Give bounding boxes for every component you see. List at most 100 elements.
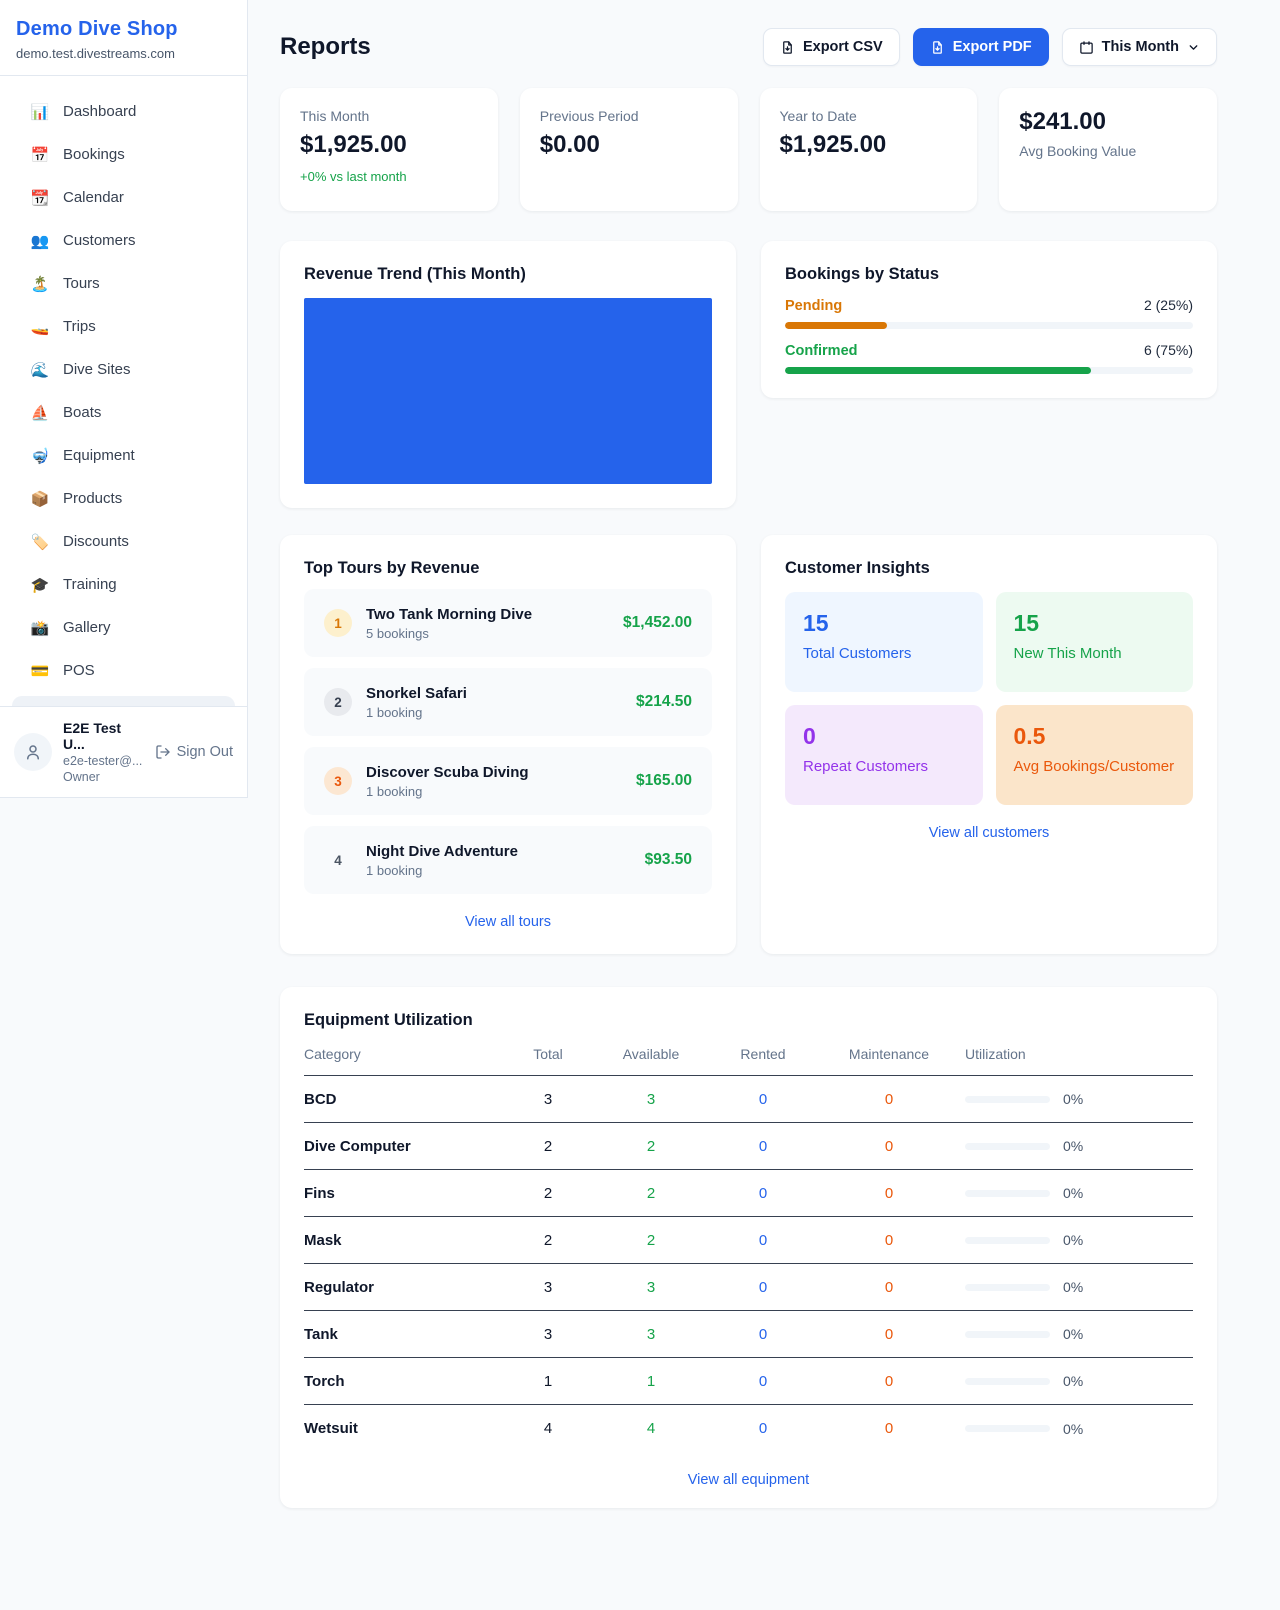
status-label: Pending	[785, 298, 842, 314]
insight-value: 0.5	[1014, 723, 1176, 750]
credit-card-icon: 💳	[30, 662, 50, 680]
sidebar-item-tours[interactable]: 🏝️ Tours	[12, 262, 235, 305]
sidebar-item-trips[interactable]: 🚤 Trips	[12, 305, 235, 348]
top-tours-card: Top Tours by Revenue 1 Two Tank Morning …	[280, 535, 736, 954]
export-csv-button[interactable]: Export CSV	[763, 28, 900, 66]
calendar-icon	[1079, 40, 1094, 55]
sidebar-item-customers[interactable]: 👥 Customers	[12, 219, 235, 262]
cell-available: 1	[591, 1373, 711, 1390]
cell-available: 2	[591, 1232, 711, 1249]
tour-name: Discover Scuba Diving	[366, 764, 622, 781]
stat-value: $1,925.00	[780, 131, 958, 159]
cell-utilization: 0%	[963, 1138, 1193, 1154]
cell-rented: 0	[711, 1279, 815, 1296]
view-all-tours-link[interactable]: View all tours	[304, 914, 712, 930]
table-row: Wetsuit 4 4 0 0 0%	[304, 1405, 1193, 1452]
sidebar-item-partially-scrolled[interactable]	[12, 696, 235, 706]
table-row: Tank 3 3 0 0 0%	[304, 1311, 1193, 1358]
bookings-by-status-title: Bookings by Status	[785, 265, 1193, 284]
tour-bookings: 1 booking	[366, 784, 622, 799]
sign-out-button[interactable]: Sign Out	[155, 744, 233, 760]
sidebar-item-calendar[interactable]: 📆 Calendar	[12, 176, 235, 219]
dashboard-icon: 📊	[30, 103, 50, 121]
tour-info: Snorkel Safari 1 booking	[366, 685, 622, 720]
period-dropdown[interactable]: This Month	[1062, 28, 1217, 66]
cell-total: 2	[505, 1232, 591, 1249]
table-header-row: Category Total Available Rented Maintena…	[304, 1046, 1193, 1076]
user-name: E2E Test U...	[63, 720, 144, 752]
sidebar-item-gallery[interactable]: 📸 Gallery	[12, 606, 235, 649]
cell-category: BCD	[304, 1091, 505, 1108]
user-email: e2e-tester@...	[63, 754, 144, 768]
cell-total: 4	[505, 1420, 591, 1437]
customer-insights-title: Customer Insights	[785, 559, 1193, 578]
stat-card-year-to-date: Year to Date $1,925.00	[760, 88, 978, 211]
sign-out-label: Sign Out	[177, 744, 233, 760]
sidebar-item-training[interactable]: 🎓 Training	[12, 563, 235, 606]
view-all-equipment-link[interactable]: View all equipment	[304, 1472, 1193, 1488]
equipment-utilization-card: Equipment Utilization Category Total Ava…	[280, 987, 1217, 1508]
sidebar: Demo Dive Shop demo.test.divestreams.com…	[0, 0, 248, 798]
utilization-track	[965, 1425, 1050, 1432]
sidebar-item-dashboard[interactable]: 📊 Dashboard	[12, 90, 235, 133]
cell-utilization: 0%	[963, 1185, 1193, 1201]
cell-category: Tank	[304, 1326, 505, 1343]
insight-tile-total-customers: 15 Total Customers	[785, 592, 983, 692]
sidebar-item-label: Calendar	[63, 189, 124, 206]
column-header-available: Available	[591, 1046, 711, 1062]
cell-total: 2	[505, 1185, 591, 1202]
column-header-rented: Rented	[711, 1046, 815, 1062]
stat-value: $241.00	[1019, 108, 1197, 136]
sidebar-item-equipment[interactable]: 🤿 Equipment	[12, 434, 235, 477]
sidebar-item-label: Dive Sites	[63, 361, 131, 378]
table-row: Fins 2 2 0 0 0%	[304, 1170, 1193, 1217]
equipment-table: Category Total Available Rented Maintena…	[304, 1046, 1193, 1452]
customers-icon: 👥	[30, 232, 50, 250]
status-label: Confirmed	[785, 343, 858, 359]
tour-name: Two Tank Morning Dive	[366, 606, 609, 623]
cell-available: 3	[591, 1326, 711, 1343]
tours-island-icon: 🏝️	[30, 275, 50, 293]
stat-card-this-month: This Month $1,925.00 +0% vs last month	[280, 88, 498, 211]
sidebar-item-label: Gallery	[63, 619, 111, 636]
sidebar-item-discounts[interactable]: 🏷️ Discounts	[12, 520, 235, 563]
shop-domain: demo.test.divestreams.com	[16, 46, 231, 61]
sidebar-item-boats[interactable]: ⛵ Boats	[12, 391, 235, 434]
utilization-percent: 0%	[1063, 1185, 1083, 1201]
cell-total: 1	[505, 1373, 591, 1390]
cell-rented: 0	[711, 1232, 815, 1249]
cell-maintenance: 0	[815, 1279, 963, 1296]
sidebar-item-products[interactable]: 📦 Products	[12, 477, 235, 520]
tour-revenue: $1,452.00	[623, 614, 692, 632]
sidebar-item-dive-sites[interactable]: 🌊 Dive Sites	[12, 348, 235, 391]
file-download-icon	[780, 40, 795, 55]
utilization-track	[965, 1096, 1050, 1103]
sidebar-item-pos[interactable]: 💳 POS	[12, 649, 235, 692]
view-all-customers-link[interactable]: View all customers	[785, 825, 1193, 841]
insight-label: Avg Bookings/Customer	[1014, 758, 1176, 775]
table-body: BCD 3 3 0 0 0% Dive Computer 2 2 0 0	[304, 1076, 1193, 1452]
stat-value: $1,925.00	[300, 131, 478, 159]
tour-revenue: $165.00	[636, 772, 692, 790]
cell-category: Mask	[304, 1232, 505, 1249]
utilization-percent: 0%	[1063, 1326, 1083, 1342]
utilization-percent: 0%	[1063, 1421, 1083, 1437]
tour-row: 2 Snorkel Safari 1 booking $214.50	[304, 668, 712, 736]
cell-total: 3	[505, 1326, 591, 1343]
cell-utilization: 0%	[963, 1326, 1193, 1342]
table-row: Dive Computer 2 2 0 0 0%	[304, 1123, 1193, 1170]
insight-label: Total Customers	[803, 645, 965, 662]
cell-maintenance: 0	[815, 1326, 963, 1343]
cell-category: Regulator	[304, 1279, 505, 1296]
insight-value: 15	[1014, 610, 1176, 637]
tour-revenue: $214.50	[636, 693, 692, 711]
insight-grid: 15 Total Customers 15 New This Month 0 R…	[785, 592, 1193, 805]
cell-rented: 0	[711, 1326, 815, 1343]
export-pdf-button[interactable]: Export PDF	[913, 28, 1049, 66]
tour-bookings: 1 booking	[366, 863, 631, 878]
sidebar-item-bookings[interactable]: 📅 Bookings	[12, 133, 235, 176]
cell-rented: 0	[711, 1138, 815, 1155]
utilization-track	[965, 1237, 1050, 1244]
utilization-track	[965, 1378, 1050, 1385]
user-role: Owner	[63, 770, 144, 784]
